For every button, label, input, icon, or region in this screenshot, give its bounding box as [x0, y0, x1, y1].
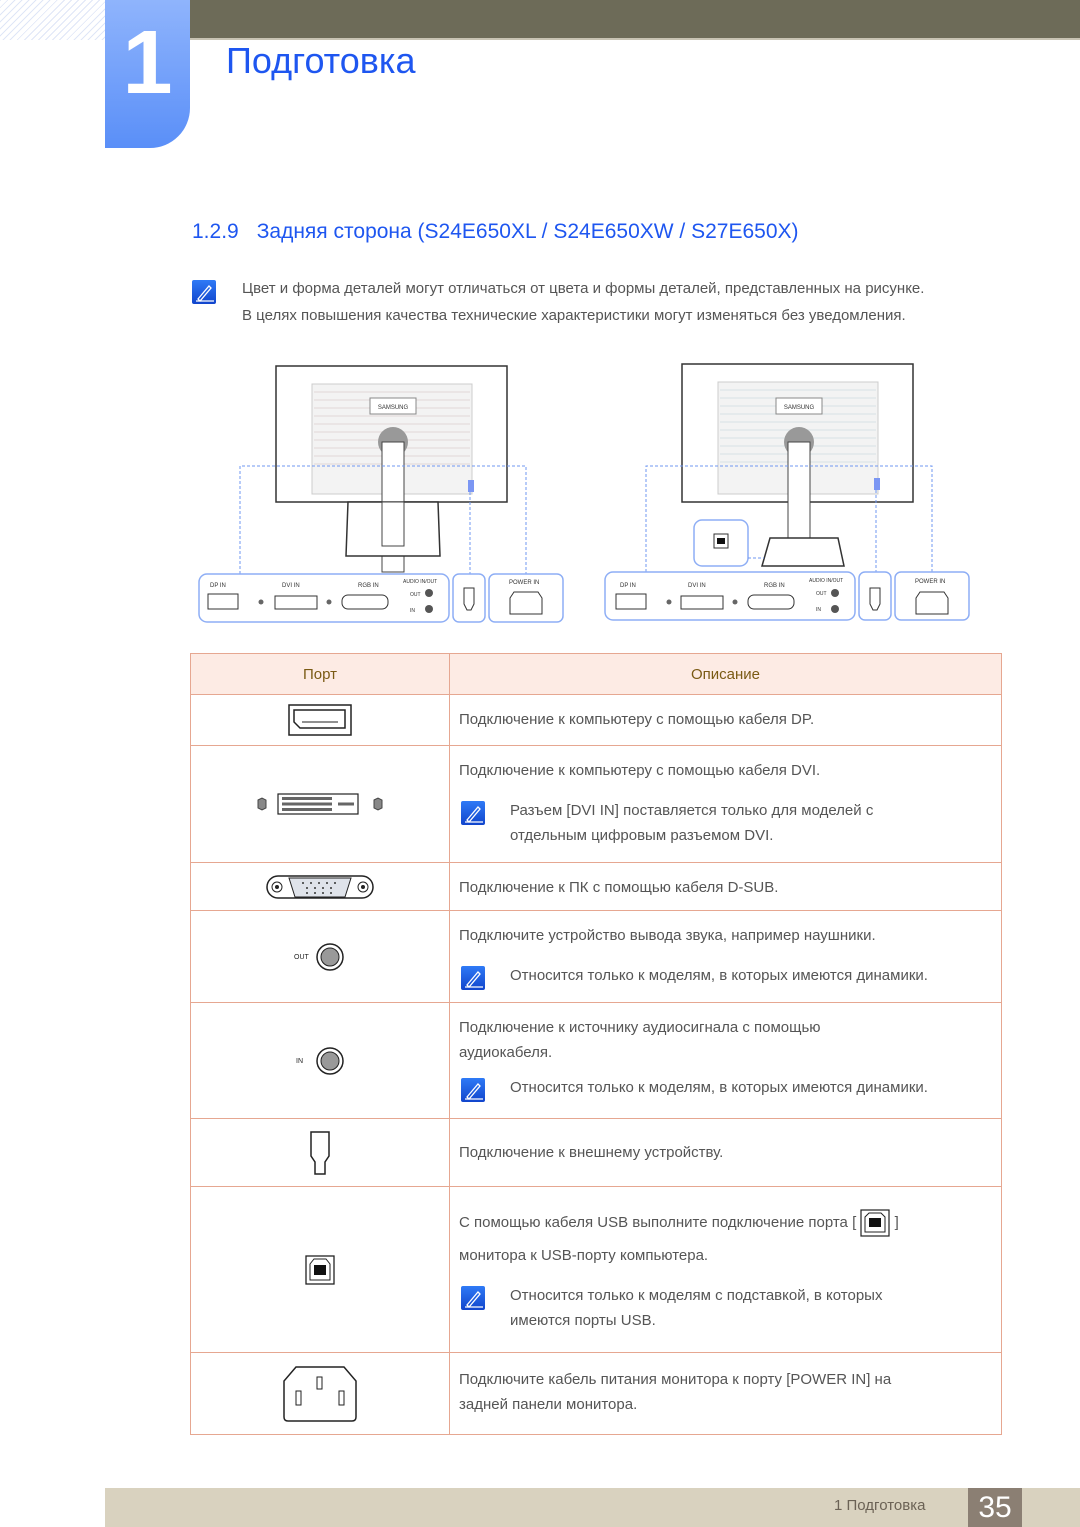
- label-out: OUT: [816, 591, 827, 597]
- row-text: С помощью кабеля USB выполните подключен…: [459, 1187, 993, 1237]
- label-out: OUT: [410, 592, 421, 598]
- label-rgb-in: RGB IN: [358, 583, 379, 589]
- label-power-in: POWER IN: [915, 579, 945, 585]
- intro-note-line-2: В целях повышения качества технические х…: [242, 307, 906, 324]
- row-text: Подключение к ПК с помощью кабеля D-SUB.: [459, 879, 779, 896]
- row-text: монитора к USB-порту компьютера.: [459, 1247, 709, 1264]
- footer-bar: [105, 1488, 1080, 1527]
- header-bar: [190, 0, 1080, 38]
- note-pencil-icon: [461, 801, 485, 825]
- usb-b-port-inline-icon: [860, 1209, 891, 1237]
- row-text: Подключение к внешнему устройству.: [459, 1144, 724, 1161]
- section-title: 1.2.9 Задняя сторона (S24E650XL / S24E650…: [192, 220, 799, 244]
- section-number: 1.2.9: [192, 220, 239, 243]
- brand-logo: SAMSUNG: [784, 405, 815, 411]
- kensington-lock-icon: [310, 1130, 330, 1175]
- rear-diagram-right: SAMSUNG DP IN DVI IN RGB IN AUDIO IN/OUT…: [602, 360, 974, 624]
- audio-out-jack-icon: OUT: [294, 942, 344, 971]
- note-pencil-icon: [461, 1286, 485, 1310]
- label-dp-in: DP IN: [210, 583, 226, 589]
- footer-chapter-label: 1 Подготовка: [834, 1497, 926, 1514]
- label-dvi-in: DVI IN: [282, 583, 300, 589]
- dvi-port-icon: [257, 793, 383, 815]
- label-in: IN: [410, 608, 415, 614]
- header-hatch-decoration: [0, 0, 105, 40]
- label-audio: AUDIO IN/OUT: [403, 579, 437, 585]
- row-text: Подключение к источнику аудиосигнала с п…: [459, 1019, 821, 1036]
- table-row: С помощью кабеля USB выполните подключен…: [190, 1186, 1002, 1353]
- table-row: Подключение к ПК с помощью кабеля D-SUB.: [190, 862, 1002, 911]
- power-in-port-icon: [283, 1365, 357, 1422]
- row-text: Подключение к компьютеру с помощью кабел…: [459, 711, 815, 728]
- label-audio: AUDIO IN/OUT: [809, 578, 843, 584]
- note-pencil-icon: [461, 966, 485, 990]
- note-pencil-icon: [461, 1078, 485, 1102]
- row-text: аудиокабеля.: [459, 1044, 553, 1061]
- label-dp-in: DP IN: [620, 583, 636, 589]
- header-description: Описание: [449, 653, 1002, 695]
- row-text: Подключение к компьютеру с помощью кабел…: [459, 762, 821, 779]
- label-dvi-in: DVI IN: [688, 583, 706, 589]
- table-row: OUT Подключите устройство вывода звука, …: [190, 910, 1002, 1003]
- label-power-in: POWER IN: [509, 580, 539, 586]
- table-header-row: Порт Описание: [190, 653, 1002, 695]
- table-row: Подключите кабель питания монитора к пор…: [190, 1352, 1002, 1435]
- row-text: Подключите устройство вывода звука, напр…: [459, 927, 876, 944]
- note-pencil-icon: [192, 280, 216, 304]
- row-note: Относится только к моделям с подставкой,…: [459, 1283, 993, 1347]
- table-row: IN Подключение к источнику аудиосигнала …: [190, 1002, 1002, 1119]
- row-text: задней панели монитора.: [459, 1396, 638, 1413]
- row-note: Относится только к моделям, в которых им…: [459, 963, 993, 1002]
- chapter-title: Подготовка: [226, 40, 416, 81]
- displayport-icon: [288, 704, 352, 736]
- audio-in-label: IN: [296, 1058, 303, 1065]
- vga-dsub-port-icon: [266, 874, 374, 899]
- page-number: 35: [968, 1488, 1022, 1527]
- table-row: Подключение к компьютеру с помощью кабел…: [190, 745, 1002, 863]
- chapter-number: 1: [122, 13, 173, 113]
- section-heading: Задняя сторона (S24E650XL / S24E650XW / …: [256, 220, 799, 243]
- port-table: Порт Описание Подключение к компьютеру с…: [190, 653, 1002, 1435]
- rear-diagram-left: SAMSUNG DP IN DVI IN RGB IN AUDIO IN/OUT…: [196, 362, 568, 624]
- audio-out-label: OUT: [294, 954, 310, 961]
- audio-in-jack-icon: IN: [296, 1046, 344, 1075]
- table-row: Подключение к внешнему устройству.: [190, 1118, 1002, 1187]
- intro-note-line-1: Цвет и форма деталей могут отличаться от…: [242, 280, 925, 297]
- row-text: Подключите кабель питания монитора к пор…: [459, 1371, 892, 1388]
- row-note: Относится только к моделям, в которых им…: [459, 1075, 993, 1114]
- usb-b-port-icon: [305, 1254, 335, 1285]
- label-rgb-in: RGB IN: [764, 583, 785, 589]
- monitor-back-illustration: SAMSUNG: [275, 365, 508, 573]
- row-note: Разъем [DVI IN] поставляется только для …: [459, 798, 993, 862]
- header-port: Порт: [190, 653, 450, 695]
- label-in: IN: [816, 607, 821, 613]
- brand-logo: SAMSUNG: [378, 405, 409, 411]
- table-row: Подключение к компьютеру с помощью кабел…: [190, 694, 1002, 746]
